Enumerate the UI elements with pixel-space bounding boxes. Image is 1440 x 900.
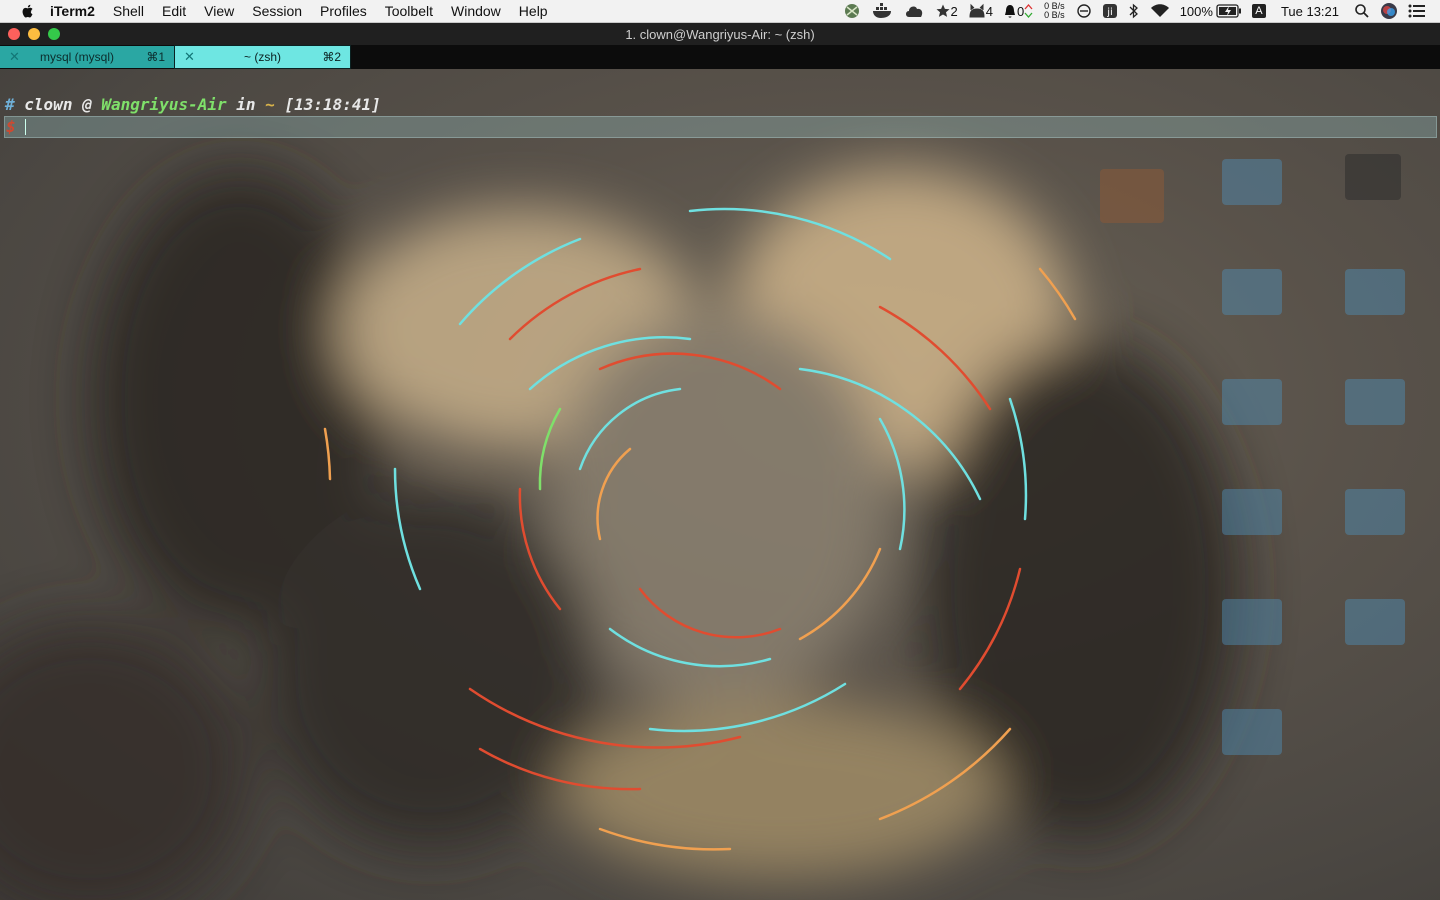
prompt-in: in [236,95,256,114]
notifications[interactable]: 0 [1003,3,1033,19]
input-source-label: A [1251,4,1266,18]
bluetooth-icon[interactable] [1128,3,1140,19]
do-not-disturb-icon[interactable] [1076,3,1092,19]
bell-icon [1004,4,1015,18]
app-tray-icon[interactable] [842,2,862,20]
text-cursor [25,119,26,135]
prompt-symbol: $ [6,117,16,136]
prompt-dir: ~ [265,95,275,114]
window-title: 1. clown@Wangriyus-Air: ~ (zsh) [625,26,815,42]
input-source[interactable]: A [1251,4,1266,18]
apple-icon[interactable] [20,3,36,19]
github-stars[interactable]: 2 [936,3,958,19]
net-down: 0 B/s [1044,10,1065,20]
menu-window[interactable]: Window [442,3,510,19]
star-icon [936,4,950,17]
prompt-at: @ [82,95,92,114]
updown-arrow-icon [1024,4,1033,18]
notifications-count: 0 [1016,3,1025,19]
status-tray: 2 4 0 0 B/s 0 B/s ji 100% A Tue 13:21 [837,0,1440,22]
menu-edit[interactable]: Edit [153,3,195,19]
window-controls [8,28,60,40]
prompt-time: [13:18:41] [284,95,381,114]
battery-percent: 100% [1179,3,1213,19]
prompt-host: Wangriyus-Air [101,95,227,114]
octocat-icon [969,3,985,18]
prompt-line: # clown @ Wangriyus-Air in ~ [13:18:41] [5,95,381,114]
spotlight-search-icon[interactable] [1354,3,1370,19]
docker-icon[interactable] [872,3,894,19]
menu-toolbelt[interactable]: Toolbelt [376,3,442,19]
menu-profiles[interactable]: Profiles [311,3,376,19]
github-forks[interactable]: 4 [968,3,993,19]
menu-app-name[interactable]: iTerm2 [50,3,104,19]
network-speed: 0 B/s 0 B/s [1044,2,1065,20]
app-badge-icon[interactable]: ji [1102,3,1118,19]
notification-center-icon[interactable] [1408,4,1426,18]
clock[interactable]: Tue 13:21 [1281,4,1339,19]
menu-shell[interactable]: Shell [104,3,153,19]
menu-view[interactable]: View [195,3,243,19]
tab-zsh[interactable]: ✕ ~ (zsh) ⌘2 [174,45,351,69]
close-window-button[interactable] [8,28,20,40]
tab-mysql[interactable]: ✕ mysql (mysql) ⌘1 [0,46,174,68]
menu-help[interactable]: Help [510,3,557,19]
background-image [0,154,1405,900]
stars-count: 2 [950,3,958,19]
battery[interactable]: 100% [1180,4,1242,19]
menu-bar: iTerm2 Shell Edit View Session Profiles … [0,0,1440,23]
tab-shortcut: ⌘1 [146,50,165,64]
battery-charging-icon [1216,4,1241,18]
menu-session[interactable]: Session [243,3,311,19]
svg-text:ji: ji [1106,7,1113,18]
tab-bar: ✕ mysql (mysql) ⌘1 ✕ ~ (zsh) ⌘2 [0,45,1440,69]
forks-count: 4 [985,3,993,19]
siri-icon[interactable] [1380,2,1398,20]
command-input-line[interactable]: $ [4,116,1437,138]
wifi-icon[interactable] [1150,3,1170,19]
tab-shortcut: ⌘2 [322,50,341,64]
prompt-user: clown [24,95,73,114]
maximize-window-button[interactable] [48,28,60,40]
iterm-window: 1. clown@Wangriyus-Air: ~ (zsh) ✕ mysql … [0,23,1440,900]
prompt-hash: # [5,95,15,114]
window-titlebar[interactable]: 1. clown@Wangriyus-Air: ~ (zsh) [0,23,1440,45]
minimize-window-button[interactable] [28,28,40,40]
cloud-icon[interactable] [904,3,926,19]
terminal-session[interactable]: # clown @ Wangriyus-Air in ~ [13:18:41] … [0,69,1440,900]
